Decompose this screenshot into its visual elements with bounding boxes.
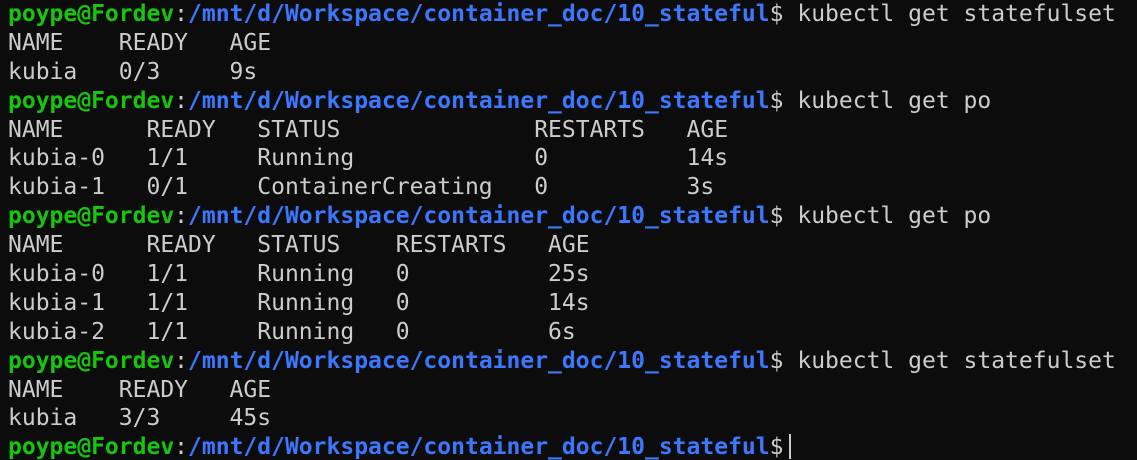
prompt-path: /mnt/d/Workspace/container_doc/10_statef… xyxy=(188,1,770,27)
prompt-separator: : xyxy=(174,1,189,27)
prompt-line: poype@Fordev:/mnt/d/Workspace/container_… xyxy=(8,0,1137,29)
prompt-user-host: poype@Fordev xyxy=(8,203,175,230)
prompt-user-host: poype@Fordev xyxy=(8,87,175,114)
prompt-path: /mnt/d/Workspace/container_doc/10_statef… xyxy=(188,347,770,374)
command-text: kubectl get po xyxy=(797,87,992,114)
output-line: kubia-0 1/1 Running 0 14s xyxy=(8,145,729,172)
prompt-line: poype@Fordev:/mnt/d/Workspace/container_… xyxy=(8,347,1137,376)
output-line: NAME READY AGE xyxy=(8,376,272,403)
prompt-user-host: poype@Fordev xyxy=(8,434,175,460)
output-line: NAME READY STATUS RESTARTS AGE xyxy=(8,116,729,143)
output-line: NAME READY STATUS RESTARTS AGE xyxy=(8,232,590,259)
active-prompt-line[interactable]: poype@Fordev:/mnt/d/Workspace/container_… xyxy=(8,433,1137,460)
prompt-separator: : xyxy=(174,87,189,114)
output-line: kubia-0 1/1 Running 0 25s xyxy=(8,261,590,288)
prompt-dollar: $ xyxy=(769,87,784,114)
command-text: kubectl get po xyxy=(797,203,992,230)
command-text: kubectl get statefulset xyxy=(797,347,1116,374)
prompt-path: /mnt/d/Workspace/container_doc/10_statef… xyxy=(188,203,770,230)
text-cursor[interactable] xyxy=(789,434,792,460)
command-text: kubectl get statefulset xyxy=(797,1,1116,27)
output-line: NAME READY AGE xyxy=(8,29,272,56)
output-line: kubia 3/3 45s xyxy=(8,405,272,432)
prompt-line: poype@Fordev:/mnt/d/Workspace/container_… xyxy=(8,202,1137,231)
terminal-window[interactable]: poype@Fordev:/mnt/d/Workspace/container_… xyxy=(0,0,1137,460)
prompt-path: /mnt/d/Workspace/container_doc/10_statef… xyxy=(188,87,770,114)
prompt-dollar: $ xyxy=(769,347,784,374)
prompt-dollar: $ xyxy=(769,203,784,230)
prompt-separator: : xyxy=(174,434,189,460)
output-line: kubia-2 1/1 Running 0 6s xyxy=(8,318,576,345)
output-line: kubia-1 0/1 ContainerCreating 0 3s xyxy=(8,174,715,201)
prompt-line: poype@Fordev:/mnt/d/Workspace/container_… xyxy=(8,87,1137,116)
prompt-user-host: poype@Fordev xyxy=(8,347,175,374)
prompt-separator: : xyxy=(174,347,189,374)
prompt-separator: : xyxy=(174,203,189,230)
output-line: kubia-1 1/1 Running 0 14s xyxy=(8,289,590,316)
prompt-dollar: $ xyxy=(769,434,784,460)
prompt-dollar: $ xyxy=(769,1,784,27)
prompt-user-host: poype@Fordev xyxy=(8,1,175,27)
output-line: kubia 0/3 9s xyxy=(8,58,258,85)
prompt-path: /mnt/d/Workspace/container_doc/10_statef… xyxy=(188,434,770,460)
